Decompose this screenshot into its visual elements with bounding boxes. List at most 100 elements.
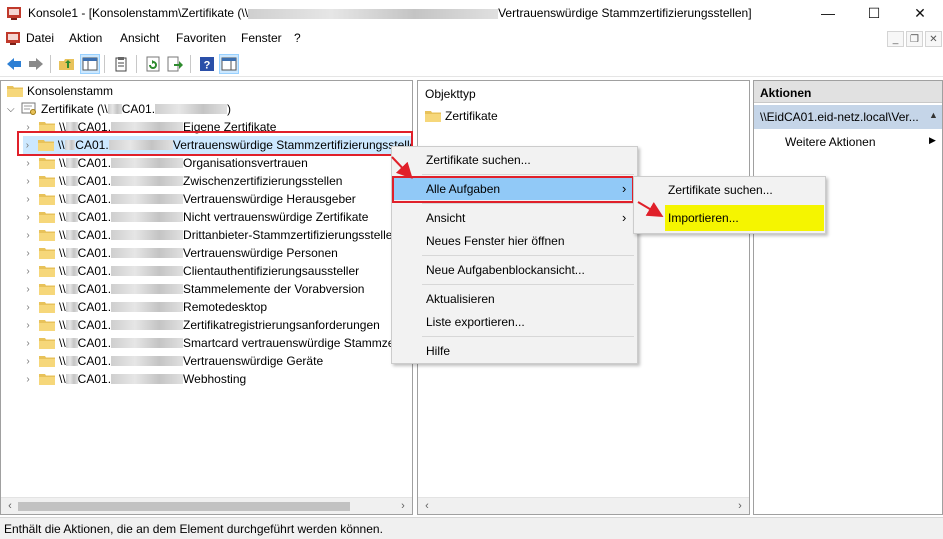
tree-node-prefix: \\	[59, 174, 66, 188]
collapsed-chevron-icon[interactable]: ›	[23, 122, 33, 133]
menu-favoriten[interactable]: Favoriten	[176, 31, 226, 45]
actions-selected-item[interactable]: \\EidCA01.eid-netz.local\Ver... ▲	[754, 105, 942, 129]
collapsed-chevron-icon[interactable]: ›	[23, 320, 33, 331]
maximize-button[interactable]: ☐	[851, 0, 897, 26]
collapsed-chevron-icon[interactable]: ›	[23, 212, 33, 223]
collapsed-chevron-icon[interactable]: ›	[23, 374, 33, 385]
result-horizontal-scrollbar[interactable]: ‹ ›	[418, 497, 749, 514]
collapsed-chevron-icon[interactable]: ›	[23, 158, 33, 169]
minimize-button[interactable]: —	[805, 0, 851, 26]
scroll-right-icon[interactable]: ›	[733, 500, 747, 512]
ctx-new-taskpad[interactable]: Neue Aufgabenblockansicht...	[394, 259, 635, 281]
tree-node-host: CA01.	[77, 264, 112, 278]
actions-header: Aktionen	[754, 81, 942, 103]
tree-node[interactable]: › \\ CA01. Clientauthentifizierungsausstell…	[23, 262, 359, 280]
scroll-thumb[interactable]	[18, 502, 350, 511]
tree-node-label: Zwischenzertifizierungsstellen	[183, 174, 343, 188]
collapsed-chevron-icon[interactable]: ›	[23, 302, 33, 313]
submenu-import[interactable]: Importieren...	[665, 205, 824, 231]
submenu-find-certificates[interactable]: Zertifikate suchen...	[636, 179, 823, 201]
more-actions-label: Weitere Aktionen	[785, 135, 876, 149]
collapsed-chevron-icon[interactable]: ›	[23, 248, 33, 259]
tree-node[interactable]: › \\ CA01. Drittanbieter-Stammzertifizierun…	[23, 226, 399, 244]
collapsed-chevron-icon[interactable]: ›	[23, 176, 33, 187]
scroll-left-icon[interactable]: ‹	[3, 500, 17, 512]
tree-node-label: Vertrauenswürdige Stammzertifizierungsst…	[172, 138, 413, 152]
folder-icon	[39, 175, 55, 187]
tree-node[interactable]: › \\ CA01. Eigene Zertifikate	[23, 118, 276, 136]
tree-node-host: CA01.	[77, 156, 112, 170]
tree-node[interactable]: › \\ CA01. Vertrauenswürdige Personen	[23, 244, 337, 262]
tree-node[interactable]: › \\ CA01. Smartcard vertrauenswürdige Stam…	[23, 334, 412, 352]
ctx-help[interactable]: Hilfe	[394, 340, 635, 362]
ctx-all-tasks[interactable]: Alle Aufgaben ›	[394, 178, 635, 200]
back-icon[interactable]	[4, 54, 24, 74]
status-text: Enthält die Aktionen, die an dem Element…	[4, 522, 383, 536]
result-item-zertifikate[interactable]: Zertifikate	[425, 107, 498, 125]
tree-node[interactable]: › \\ CA01. Organisationsvertrauen	[23, 154, 307, 172]
tree-node-host: CA01.	[75, 138, 109, 152]
collapsed-chevron-icon[interactable]: ›	[23, 194, 33, 205]
ctx-refresh[interactable]: Aktualisieren	[394, 288, 635, 310]
menu-aktion[interactable]: Aktion	[69, 31, 102, 45]
tree-certs-node[interactable]: ⌵ Zertifikate (\\ CA01.)	[7, 100, 231, 118]
column-header-objekttyp[interactable]: Objekttyp	[425, 87, 476, 101]
refresh-icon[interactable]	[143, 54, 163, 74]
up-folder-icon[interactable]	[57, 54, 77, 74]
tree-node-host: CA01.	[77, 192, 112, 206]
mdi-close-button[interactable]: ✕	[925, 31, 942, 47]
forward-icon[interactable]	[26, 54, 46, 74]
ctx-find-certificates[interactable]: Zertifikate suchen...	[394, 149, 635, 171]
show-tree-icon[interactable]	[80, 54, 100, 74]
folder-icon	[39, 265, 55, 277]
mmc-menu-icon[interactable]	[5, 30, 21, 46]
menu-datei[interactable]: Datei	[26, 31, 54, 45]
tree-node[interactable]: › \\ CA01. Webhosting	[23, 370, 246, 388]
tree-node[interactable]: › \\ CA01. Nicht vertrauenswürdige Zertifik…	[23, 208, 368, 226]
collapsed-chevron-icon[interactable]: ›	[23, 338, 33, 349]
tree-node[interactable]: › \\ CA01. Remotedesktop	[23, 298, 267, 316]
expanded-chevron-icon[interactable]: ⌵	[7, 104, 21, 115]
tree-node[interactable]: › \\ CA01. Vertrauenswürdige Herausgeber	[23, 190, 355, 208]
tree-node[interactable]: › \\ CA01. Vertrauenswürdige Geräte	[23, 352, 323, 370]
tree-node-label: Stammelemente der Vorabversion	[183, 282, 365, 296]
ctx-export-list[interactable]: Liste exportieren...	[394, 311, 635, 333]
mdi-restore-button[interactable]: ❐	[906, 31, 923, 47]
tree-pane[interactable]: Konsolenstamm ⌵ Zertifikate (\\ CA01.) ‹ …	[0, 80, 413, 515]
more-actions-item[interactable]: Weitere Aktionen ▶	[754, 131, 942, 151]
tree-node-prefix: \\	[59, 282, 66, 296]
menu-help[interactable]: ?	[294, 31, 301, 45]
collapsed-chevron-icon[interactable]: ›	[23, 356, 33, 367]
scroll-right-icon[interactable]: ›	[396, 500, 410, 512]
collapse-icon[interactable]: ▲	[929, 110, 938, 120]
show-action-pane-icon[interactable]	[219, 54, 239, 74]
tree-node-prefix: \\	[59, 192, 66, 206]
ctx-view[interactable]: Ansicht ›	[394, 207, 635, 229]
help-icon[interactable]: ?	[197, 54, 217, 74]
properties-icon[interactable]	[111, 54, 131, 74]
folder-icon	[39, 193, 55, 205]
ctx-new-window[interactable]: Neues Fenster hier öffnen	[394, 230, 635, 252]
export-list-icon[interactable]	[165, 54, 185, 74]
tree-horizontal-scrollbar[interactable]: ‹ ›	[1, 497, 412, 514]
collapsed-chevron-icon[interactable]: ›	[23, 266, 33, 277]
folder-icon	[39, 247, 55, 259]
tree-node[interactable]: › \\ CA01. Zwischenzertifizierungsstellen	[23, 172, 342, 190]
folder-icon	[39, 283, 55, 295]
collapsed-chevron-icon[interactable]: ›	[23, 230, 33, 241]
collapsed-chevron-icon[interactable]: ›	[23, 284, 33, 295]
close-button[interactable]: ✕	[897, 0, 943, 26]
tree-node-prefix: \\	[59, 318, 66, 332]
menu-bar: Datei Aktion Ansicht Favoriten Fenster ?	[0, 27, 943, 49]
tree-node[interactable]: › \\ CA01. Stammelemente der Vorabversion	[23, 280, 364, 298]
folder-icon	[39, 355, 55, 367]
tree-node[interactable]: › \\ CA01. Vertrauenswürdige Stammzertifizi…	[23, 136, 413, 154]
mdi-minimize-button[interactable]: _	[887, 31, 904, 47]
tree-node-prefix: \\	[59, 336, 66, 350]
collapsed-chevron-icon[interactable]: ›	[23, 140, 32, 151]
scroll-left-icon[interactable]: ‹	[420, 500, 434, 512]
tree-node[interactable]: › \\ CA01. Zertifikatregistrierungsanforder…	[23, 316, 379, 334]
menu-ansicht[interactable]: Ansicht	[120, 31, 159, 45]
menu-fenster[interactable]: Fenster	[241, 31, 282, 45]
tree-root[interactable]: Konsolenstamm	[7, 82, 113, 100]
